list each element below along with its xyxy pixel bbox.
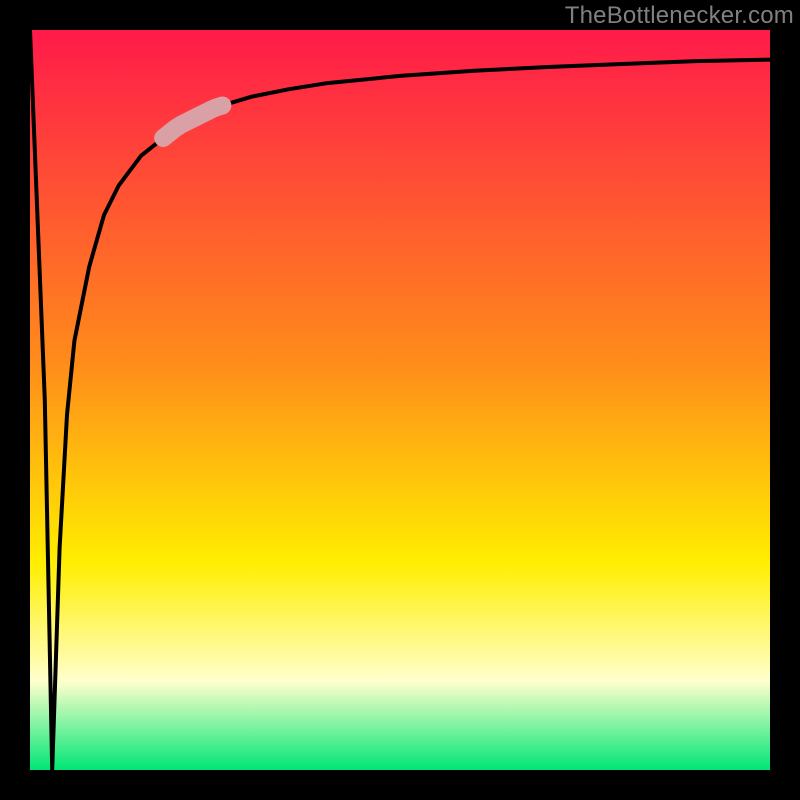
watermark-text: TheBottleneсker.com (565, 2, 794, 30)
frame-right (770, 0, 800, 800)
chart-stage: TheBottleneсker.com (0, 0, 800, 800)
plot-background (30, 30, 770, 770)
bottleneck-chart (0, 0, 800, 800)
frame-left (0, 0, 30, 800)
frame-bottom (0, 770, 800, 800)
